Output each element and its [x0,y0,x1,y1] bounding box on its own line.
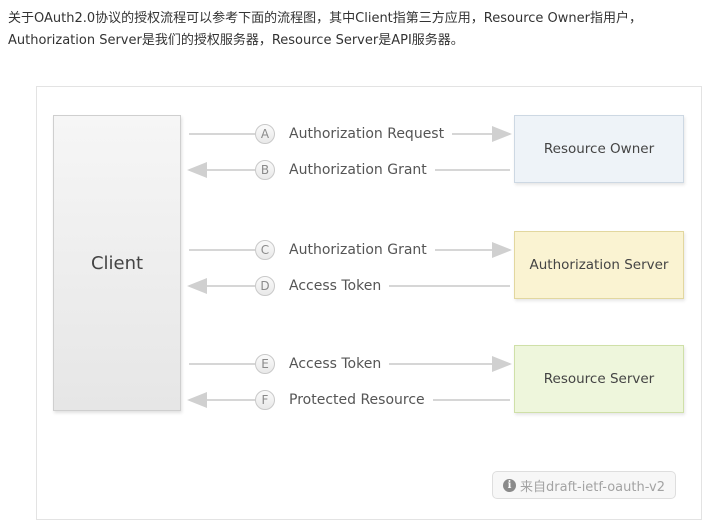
client-box: Client [53,115,181,411]
flow-step-c: C Authorization Grant [255,239,435,261]
flow-step-a: A Authorization Request [255,123,453,145]
flow-label: Access Token [289,278,382,294]
flow-label: Access Token [289,356,382,372]
step-letter-badge: A [255,124,275,144]
step-letter-badge: F [255,390,275,410]
info-icon: i [503,478,516,492]
step-letter-badge: C [255,240,275,260]
intro-line-1: 关于OAuth2.0协议的授权流程可以参考下面的流程图，其中Client指第三方… [8,11,642,26]
resource-server-box: Resource Server [514,345,684,413]
intro-line-2: Authorization Server是我们的授权服务器，Resource S… [8,33,464,48]
flow-label: Protected Resource [289,392,425,408]
step-letter-badge: D [255,276,275,296]
flow-step-b: B Authorization Grant [255,159,435,181]
intro-paragraph: 关于OAuth2.0协议的授权流程可以参考下面的流程图，其中Client指第三方… [8,8,698,52]
step-letter-badge: E [255,354,275,374]
step-letter-badge: B [255,160,275,180]
flow-label: Authorization Grant [289,162,427,178]
oauth-flow-diagram: Client Resource Owner Authorization Serv… [36,86,702,520]
flow-label: Authorization Grant [289,242,427,258]
source-label: 来自draft-ietf-oauth-v2 [520,479,666,495]
source-attribution: i 来自draft-ietf-oauth-v2 [492,471,677,499]
authorization-server-box: Authorization Server [514,231,684,299]
flow-step-f: F Protected Resource [255,389,433,411]
flow-label: Authorization Request [289,126,445,142]
flow-step-d: D Access Token [255,275,390,297]
resource-owner-box: Resource Owner [514,115,684,183]
flow-step-e: E Access Token [255,353,390,375]
